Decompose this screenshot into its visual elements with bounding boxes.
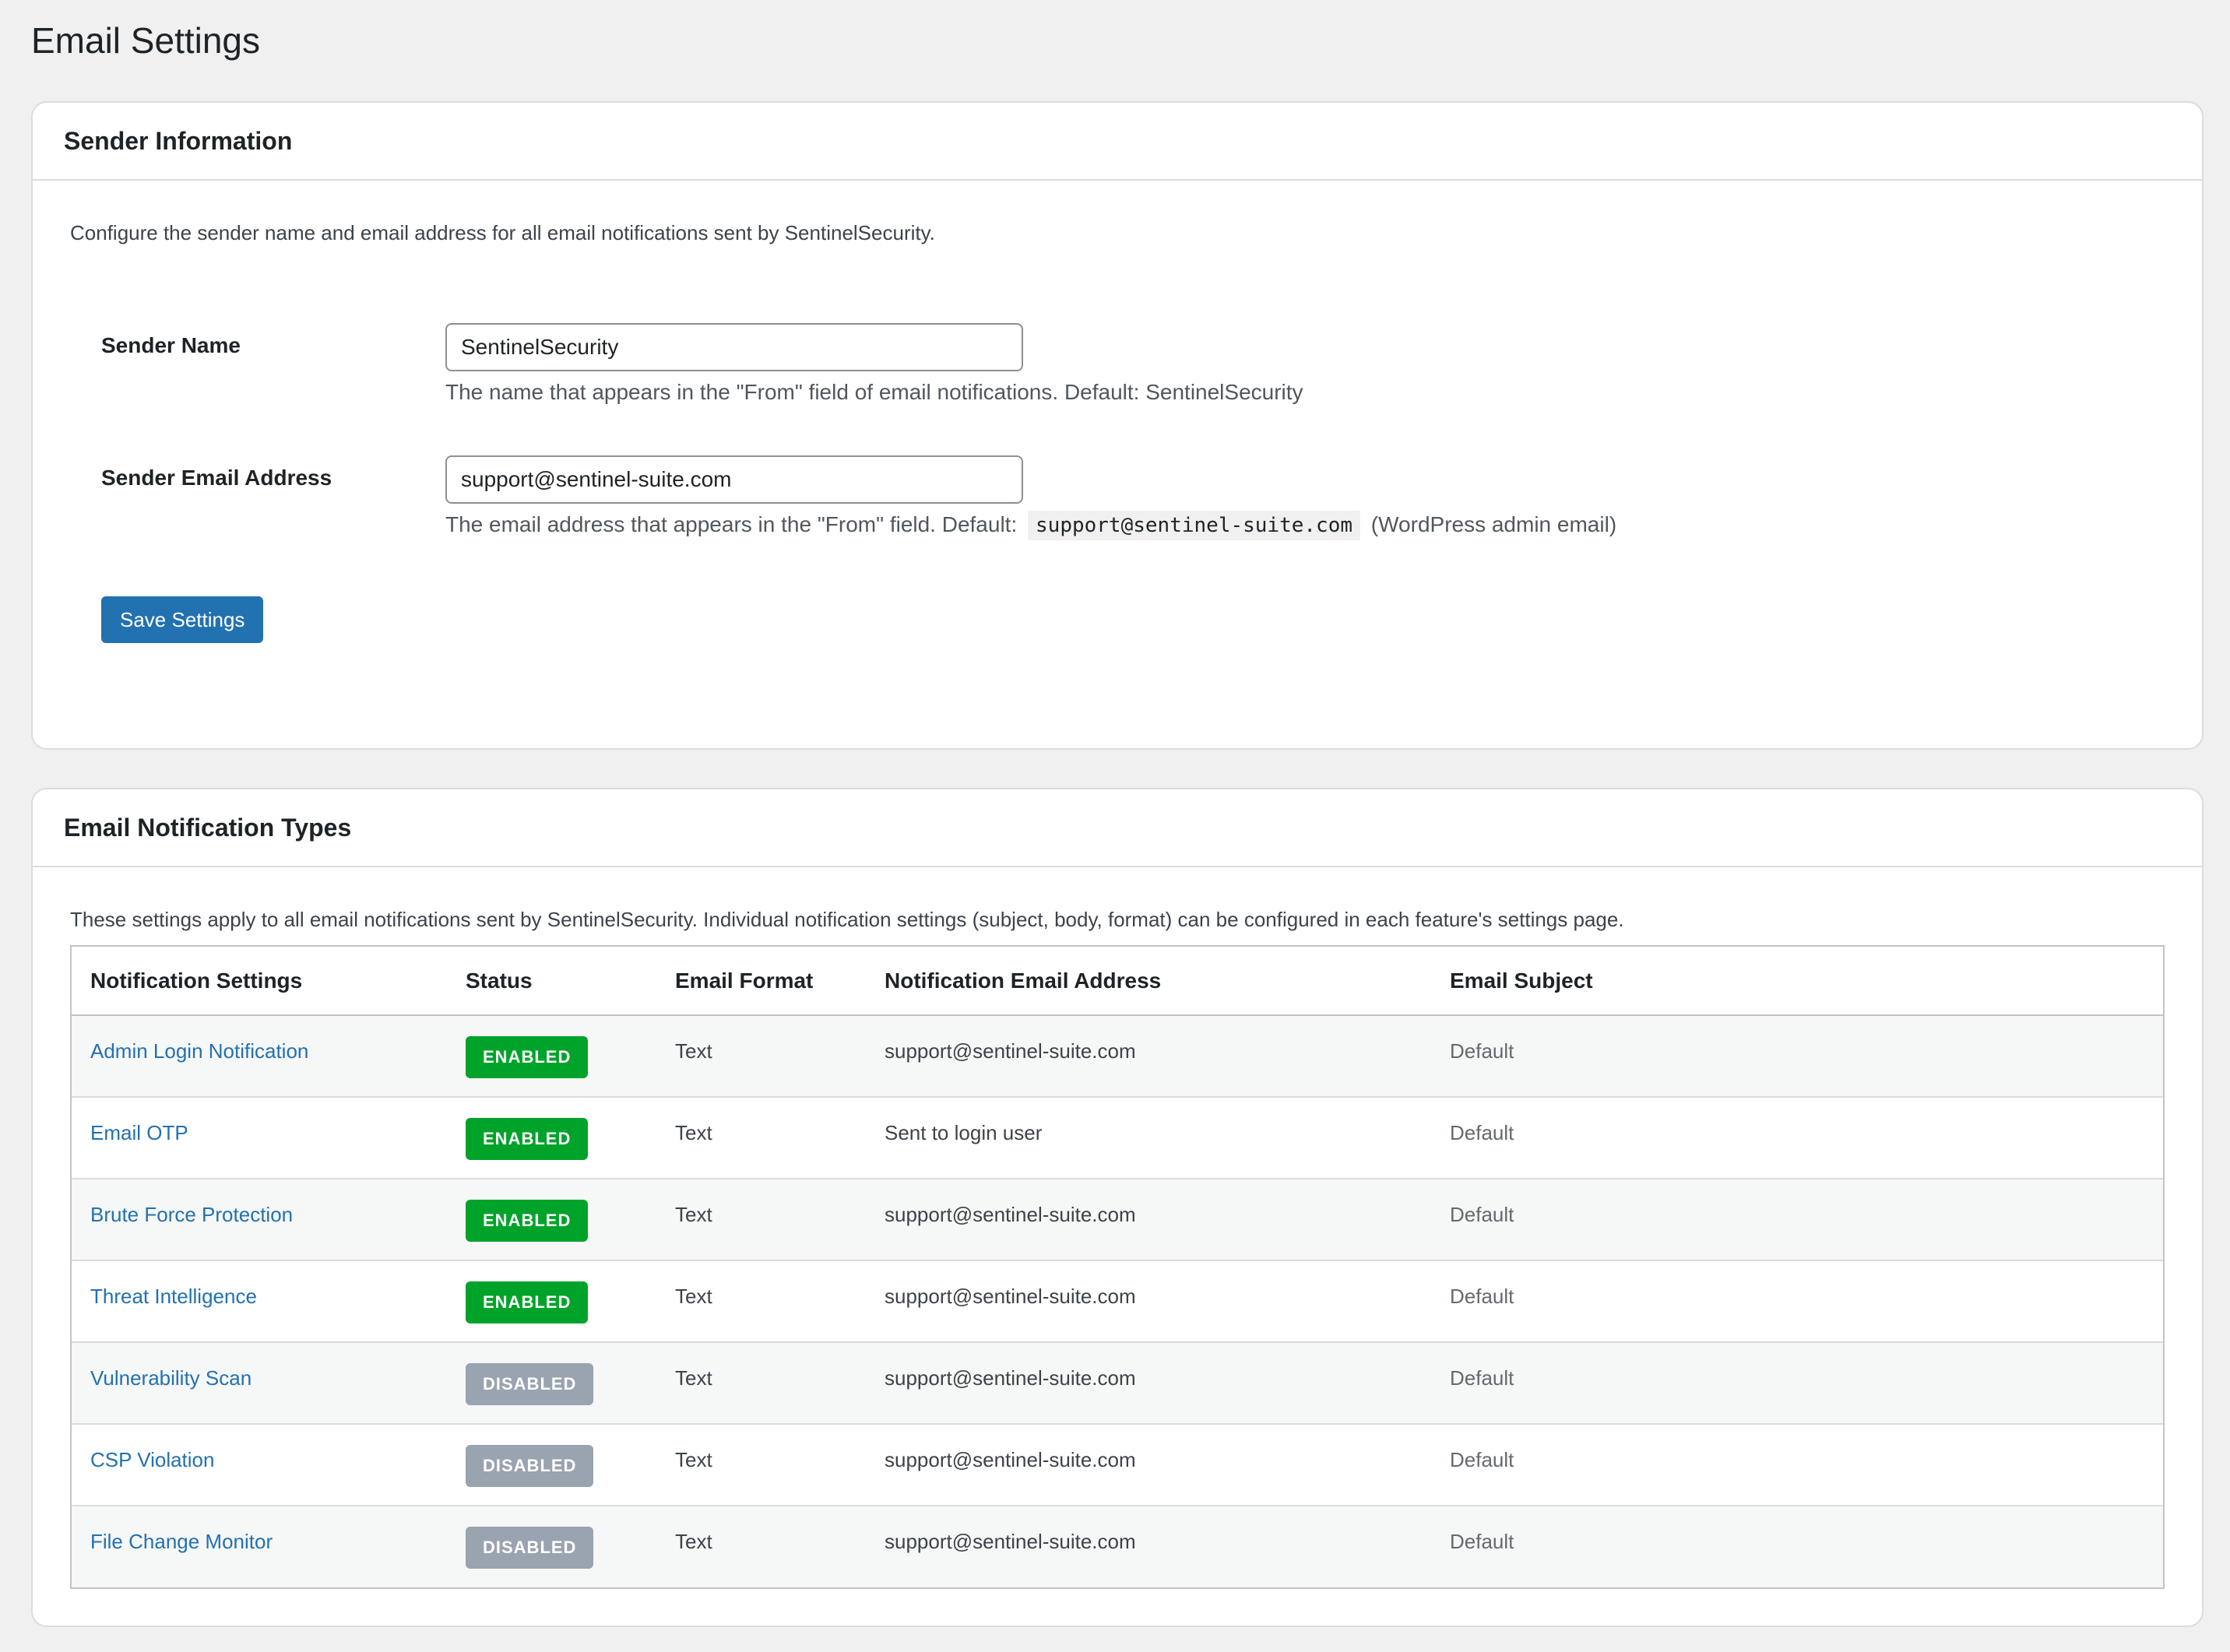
column-header-status: Status: [447, 947, 656, 1016]
sender-email-help-suffix: (WordPress admin email): [1370, 512, 1617, 536]
status-badge: ENABLED: [466, 1118, 589, 1160]
email-format-cell: Text: [656, 1342, 866, 1425]
email-subject-cell: Default: [1431, 1097, 2163, 1179]
column-header-email-subject: Email Subject: [1431, 947, 2163, 1016]
email-subject-cell: Default: [1431, 1260, 2163, 1343]
table-row: Brute Force Protection ENABLED Text support…: [72, 1179, 2163, 1261]
status-badge: DISABLED: [466, 1445, 594, 1487]
notification-email-address-cell: support@sentinel-suite.com: [866, 1506, 1431, 1587]
notification-email-address-cell: Sent to login user: [866, 1097, 1431, 1179]
status-badge: DISABLED: [466, 1363, 594, 1405]
notification-name-cell: Brute Force Protection: [72, 1179, 447, 1261]
sender-name-label: Sender Name: [101, 333, 241, 357]
email-subject-cell: Default: [1431, 1506, 2163, 1587]
email-subject-cell: Default: [1431, 1424, 2163, 1506]
notification-settings-link[interactable]: Threat Intelligence: [90, 1285, 257, 1308]
email-format-cell: Text: [656, 1015, 866, 1098]
sender-card-header: Sender Information: [33, 103, 2202, 181]
notification-email-address-cell: support@sentinel-suite.com: [866, 1260, 1431, 1343]
email-subject-cell: Default: [1431, 1179, 2163, 1261]
email-format-cell: Text: [656, 1260, 866, 1343]
status-cell: DISABLED: [447, 1506, 656, 1587]
notification-settings-link[interactable]: Brute Force Protection: [90, 1203, 293, 1226]
notification-email-address-cell: support@sentinel-suite.com: [866, 1015, 1431, 1098]
status-cell: DISABLED: [447, 1424, 656, 1506]
status-badge: ENABLED: [466, 1200, 589, 1242]
table-row: Admin Login Notification ENABLED Text suppo…: [72, 1015, 2163, 1098]
column-header-notification-settings: Notification Settings: [72, 947, 447, 1016]
email-subject-cell: Default: [1431, 1015, 2163, 1098]
notification-name-cell: Email OTP: [72, 1097, 447, 1179]
status-badge: ENABLED: [466, 1281, 589, 1323]
email-format-cell: Text: [656, 1506, 866, 1587]
types-card-title: Email Notification Types: [64, 813, 352, 842]
status-cell: DISABLED: [447, 1342, 656, 1425]
sender-card-description: Configure the sender name and email addr…: [70, 221, 935, 244]
notification-name-cell: Vulnerability Scan: [72, 1342, 447, 1425]
status-cell: ENABLED: [447, 1260, 656, 1343]
save-settings-button[interactable]: Save Settings: [101, 596, 264, 643]
sender-card-title: Sender Information: [64, 126, 293, 155]
notification-email-address-cell: support@sentinel-suite.com: [866, 1342, 1431, 1425]
notification-name-cell: Admin Login Notification: [72, 1015, 447, 1098]
status-cell: ENABLED: [447, 1179, 656, 1261]
email-format-cell: Text: [656, 1424, 866, 1506]
table-row: Threat Intelligence ENABLED Text support@se…: [72, 1260, 2163, 1343]
notification-settings-link[interactable]: Vulnerability Scan: [90, 1366, 251, 1390]
notification-settings-link[interactable]: Email OTP: [90, 1121, 188, 1144]
sender-email-help-prefix: The email address that appears in the "F…: [445, 512, 1018, 536]
table-body: Admin Login Notification ENABLED Text suppo…: [72, 1015, 2163, 1587]
email-format-cell: Text: [656, 1097, 866, 1179]
notification-name-cell: CSP Violation: [72, 1424, 447, 1506]
sender-email-default-code: support@sentinel-suite.com: [1028, 511, 1361, 540]
table-header-row: Notification Settings Status Email Forma…: [72, 947, 2163, 1016]
table-row: CSP Violation DISABLED Text support@sentine…: [72, 1424, 2163, 1506]
sender-email-help: The email address that appears in the "F…: [445, 509, 1616, 541]
sender-name-help: The name that appears in the "From" fiel…: [445, 380, 1303, 404]
notification-settings-link[interactable]: Admin Login Notification: [90, 1039, 308, 1063]
status-badge: DISABLED: [466, 1527, 594, 1569]
notification-settings-link[interactable]: File Change Monitor: [90, 1530, 273, 1553]
types-card-description: These settings apply to all email notifi…: [70, 908, 1624, 931]
notification-types-table: Notification Settings Status Email Forma…: [70, 945, 2165, 1589]
notification-name-cell: Threat Intelligence: [72, 1260, 447, 1343]
sender-email-label: Sender Email Address: [101, 466, 332, 490]
status-badge: ENABLED: [466, 1036, 589, 1078]
table-row: File Change Monitor DISABLED Text support@s…: [72, 1506, 2163, 1587]
column-header-email-format: Email Format: [656, 947, 866, 1016]
status-cell: ENABLED: [447, 1015, 656, 1098]
notification-settings-link[interactable]: CSP Violation: [90, 1448, 214, 1471]
page-title: Email Settings: [31, 20, 261, 61]
sender-information-card: Sender Information Configure the sender …: [31, 101, 2204, 750]
table-row: Vulnerability Scan DISABLED Text support@se…: [72, 1342, 2163, 1425]
notification-name-cell: File Change Monitor: [72, 1506, 447, 1587]
notification-email-address-cell: support@sentinel-suite.com: [866, 1179, 1431, 1261]
email-subject-cell: Default: [1431, 1342, 2163, 1425]
column-header-notification-email-address: Notification Email Address: [866, 947, 1431, 1016]
email-settings-page: Email Settings Sender Information Config…: [0, 0, 2230, 1652]
notification-email-address-cell: support@sentinel-suite.com: [866, 1424, 1431, 1506]
email-notification-types-card: Email Notification Types These settings …: [31, 788, 2204, 1627]
sender-name-input[interactable]: [445, 323, 1023, 371]
sender-email-input[interactable]: [445, 455, 1023, 504]
status-cell: ENABLED: [447, 1097, 656, 1179]
email-format-cell: Text: [656, 1179, 866, 1261]
types-card-header: Email Notification Types: [33, 789, 2202, 867]
table-row: Email OTP ENABLED Text Sent to login user De…: [72, 1097, 2163, 1179]
